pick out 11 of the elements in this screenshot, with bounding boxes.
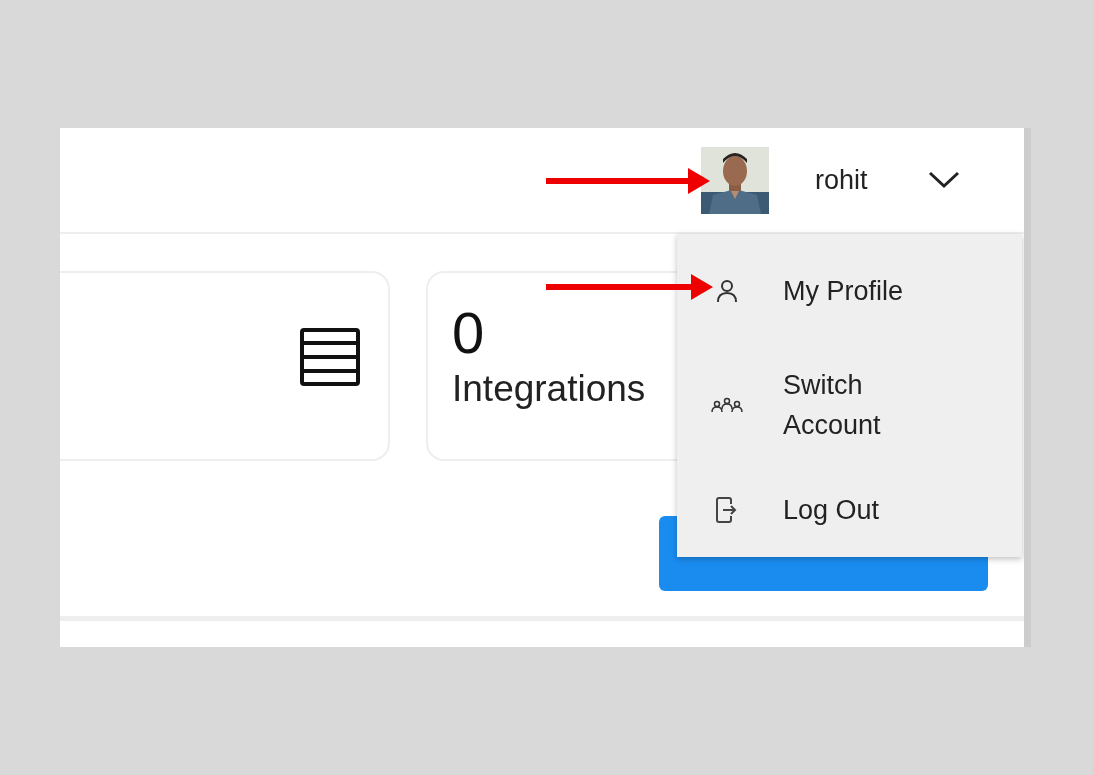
menu-item[interactable]: Log Out (677, 462, 1022, 557)
stat-value: 0 (452, 303, 485, 363)
stat-label: Integrations (452, 367, 646, 411)
chevron-icon[interactable] (927, 171, 960, 189)
user-icon (716, 279, 738, 303)
menu-item[interactable]: Switch Account (677, 348, 1022, 462)
users-icon (711, 397, 743, 413)
user-name[interactable]: rohit (815, 159, 868, 201)
table-icon (300, 328, 360, 386)
logout-icon (715, 496, 739, 523)
menu-item[interactable]: My Profile (677, 234, 1022, 348)
